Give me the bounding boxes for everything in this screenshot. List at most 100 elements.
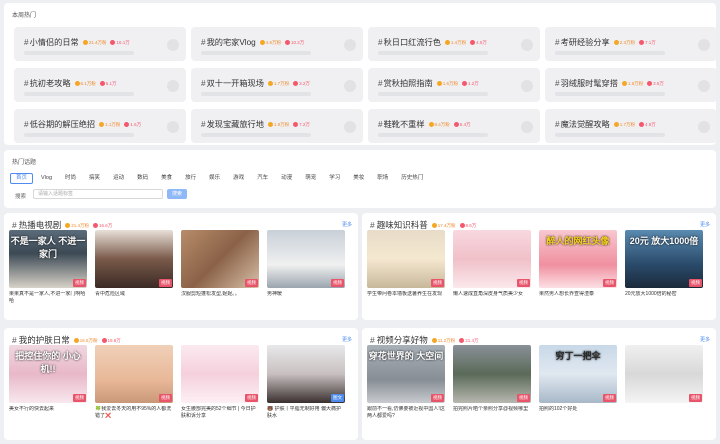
hot-topic-card[interactable]: #我的宅家Vlog 4.6万粉 10.2万: [191, 27, 363, 61]
video-card[interactable]: 把控住你的 小心机!! 视频美女不行的快去起来: [9, 345, 87, 420]
likes-count: 10.2万: [290, 39, 305, 45]
likes-count: 1.6万: [130, 121, 142, 127]
topic-tab[interactable]: 数码: [132, 173, 153, 184]
hash-icon: #: [555, 79, 560, 88]
video-caption[interactable]: 拍完照片晒个亲照分享@视频哪里: [453, 406, 531, 420]
video-card[interactable]: 视频 🍀我爱去冬天的用不95%的人都洗错了❌: [95, 345, 173, 420]
topic-tab[interactable]: 职场: [372, 173, 393, 184]
topic-tab[interactable]: 运动: [108, 173, 129, 184]
views-metric: 2.3万粉: [613, 40, 635, 46]
video-card[interactable]: 视频汉服剪短蓬松发型,妮妮。。: [181, 230, 259, 305]
placeholder-line: [201, 92, 311, 96]
hot-topic-card[interactable]: #考研经验分享 2.3万粉 7.1万: [545, 27, 717, 61]
video-thumbnail[interactable]: 图文: [267, 345, 345, 403]
topic-tab[interactable]: 首页: [10, 173, 34, 184]
topic-tab[interactable]: 学习: [324, 173, 345, 184]
video-card[interactable]: 视频拍完照片晒个亲照分享@视频哪里: [453, 345, 531, 420]
topic-tab[interactable]: 游戏: [228, 173, 249, 184]
topic-tab[interactable]: Vlog: [36, 173, 57, 184]
video-thumbnail[interactable]: 视频: [95, 345, 173, 403]
likes-count: 16.1万: [116, 39, 130, 45]
hot-topic-card[interactable]: #小情侣的日常 21.4万粉 16.1万: [14, 27, 186, 61]
video-thumbnail[interactable]: 视频: [453, 345, 531, 403]
video-card[interactable]: 20元 放大1000倍 视频 20元放大1000倍的秘密: [625, 230, 703, 305]
topic-tab[interactable]: 汽车: [252, 173, 273, 184]
video-thumbnail[interactable]: 视频: [367, 230, 445, 288]
video-caption[interactable]: 🐻 护肤丨平脂无制好用 偏大痛护肤水: [267, 406, 345, 420]
heart-icon: [638, 40, 644, 46]
fire-icon: [73, 338, 79, 344]
video-thumbnail[interactable]: 视频: [181, 230, 259, 288]
video-thumbnail[interactable]: 视频: [95, 230, 173, 288]
topic-tab[interactable]: 萌宠: [300, 173, 321, 184]
topic-tab[interactable]: 旅行: [180, 173, 201, 184]
video-card[interactable]: 视频学生带问卷本墙板送暑养生在发现: [367, 230, 445, 305]
hot-topic-card[interactable]: #秋日口红流行色 1.4万粉 4.5万: [368, 27, 540, 61]
video-caption[interactable]: 青中危险区域: [95, 291, 173, 305]
video-caption[interactable]: 美女不行的快去起来: [9, 406, 87, 420]
video-thumbnail[interactable]: 视频: [181, 345, 259, 403]
video-caption[interactable]: 女生腰部完美的52个细节 | 今日护肤和诉分享: [181, 406, 259, 420]
topic-tab[interactable]: 时尚: [60, 173, 81, 184]
video-card[interactable]: 视频懒人速成直角深皮身气质美少女: [453, 230, 531, 305]
hot-topic-card[interactable]: #鞋靴不重样 9.4万粉 5.4万: [368, 109, 540, 143]
hot-topic-card[interactable]: #发现宝藏旅行地 1.9万粉 7.2万: [191, 109, 363, 143]
hot-topic-name: 赏秋拍照指南: [383, 79, 433, 88]
video-caption[interactable]: 果果真不是一家人,不进一家门啊哈哈: [9, 291, 87, 305]
more-link[interactable]: 更多: [700, 221, 710, 228]
video-thumbnail[interactable]: 视频: [267, 230, 345, 288]
search-input[interactable]: 请输入话题标签: [33, 189, 163, 199]
video-thumbnail[interactable]: 20元 放大1000倍 视频: [625, 230, 703, 288]
video-caption[interactable]: 🍀我爱去冬天的用不95%的人都洗错了❌: [95, 406, 173, 420]
video-thumbnail[interactable]: 穷丁一把伞 视频: [539, 345, 617, 403]
video-caption[interactable]: 懒人速成直角深皮身气质美少女: [453, 291, 531, 305]
video-card[interactable]: 醉人的网红头像 视频果然男人想长界查得渣泰: [539, 230, 617, 305]
video-card[interactable]: 视频 男神暖: [267, 230, 345, 305]
topic-tab[interactable]: 美食: [156, 173, 177, 184]
hot-topic-card[interactable]: #羽绒服时髦穿搭 1.8万粉 3.6万: [545, 68, 717, 102]
views-count: 1.4万粉: [450, 39, 467, 45]
likes-count: 5.1万: [105, 80, 117, 86]
video-card[interactable]: 视频: [625, 345, 703, 420]
video-card[interactable]: 穷丁一把伞 视频拍照的102个好处: [539, 345, 617, 420]
topic-tab[interactable]: 美妆: [348, 173, 369, 184]
hot-topic-card[interactable]: #魔法觉醒攻略 1.7万粉 4.9万: [545, 109, 717, 143]
video-card[interactable]: 视频 青中危险区域: [95, 230, 173, 305]
topic-tab[interactable]: 搞笑: [84, 173, 105, 184]
video-caption[interactable]: 男神暖: [267, 291, 345, 305]
video-card[interactable]: 不是一家人 不进一家门 视频果果真不是一家人,不进一家门啊哈哈: [9, 230, 87, 305]
hot-topic-card[interactable]: #抗初老攻略 6.1万粉 5.1万: [14, 68, 186, 102]
video-caption[interactable]: 果然男人想长界查得渣泰: [539, 291, 617, 305]
video-caption[interactable]: 拍照的102个好处: [539, 406, 617, 420]
video-caption[interactable]: 学生带问卷本墙板送暑养生在发现: [367, 291, 445, 305]
search-button[interactable]: 搜索: [167, 189, 187, 199]
more-link[interactable]: 更多: [342, 336, 352, 343]
video-caption[interactable]: 汉服剪短蓬松发型,妮妮。。: [181, 291, 259, 305]
video-thumbnail[interactable]: 视频: [625, 345, 703, 403]
video-thumbnail[interactable]: 不是一家人 不进一家门 视频: [9, 230, 87, 288]
hash-icon: #: [201, 120, 206, 129]
views-metric: 16.5万粉: [73, 338, 98, 344]
topic-tab[interactable]: 动漫: [276, 173, 297, 184]
more-link[interactable]: 更多: [700, 336, 710, 343]
hot-topic-card[interactable]: #双十一开箱现场 1.7万粉 3.2万: [191, 68, 363, 102]
category-name: 趣味知识科普: [376, 220, 428, 230]
likes-count: 7.1万: [644, 39, 656, 45]
topics-title: 热门话题: [12, 160, 37, 166]
video-thumbnail[interactable]: 视频: [453, 230, 531, 288]
hot-topic-card[interactable]: #赏秋拍照指南 1.6万粉 1.2万: [368, 68, 540, 102]
video-caption[interactable]: 20元放大1000倍的秘密: [625, 291, 703, 305]
likes-metric: 4.5万: [470, 40, 487, 46]
video-thumbnail[interactable]: 把控住你的 小心机!! 视频: [9, 345, 87, 403]
topic-tab[interactable]: 历史热门: [396, 173, 428, 184]
video-caption[interactable]: 跟前不一看,仿佛要被近视中国人!这两人都爱吗?: [367, 406, 445, 420]
video-thumbnail[interactable]: 醉人的网红头像 视频: [539, 230, 617, 288]
video-card[interactable]: 图文 🐻 护肤丨平脂无制好用 偏大痛护肤水: [267, 345, 345, 420]
more-link[interactable]: 更多: [342, 221, 352, 228]
video-card[interactable]: 穿花世界的 大空间 视频跟前不一看,仿佛要被近视中国人!这两人都爱吗?: [367, 345, 445, 420]
video-card[interactable]: 视频女生腰部完美的52个细节 | 今日护肤和诉分享: [181, 345, 259, 420]
video-thumbnail[interactable]: 穿花世界的 大空间 视频: [367, 345, 445, 403]
video-caption[interactable]: [625, 406, 703, 420]
hot-topic-card[interactable]: #低谷期的解压绝招 1.1万粉 1.6万: [14, 109, 186, 143]
topic-tab[interactable]: 娱乐: [204, 173, 225, 184]
